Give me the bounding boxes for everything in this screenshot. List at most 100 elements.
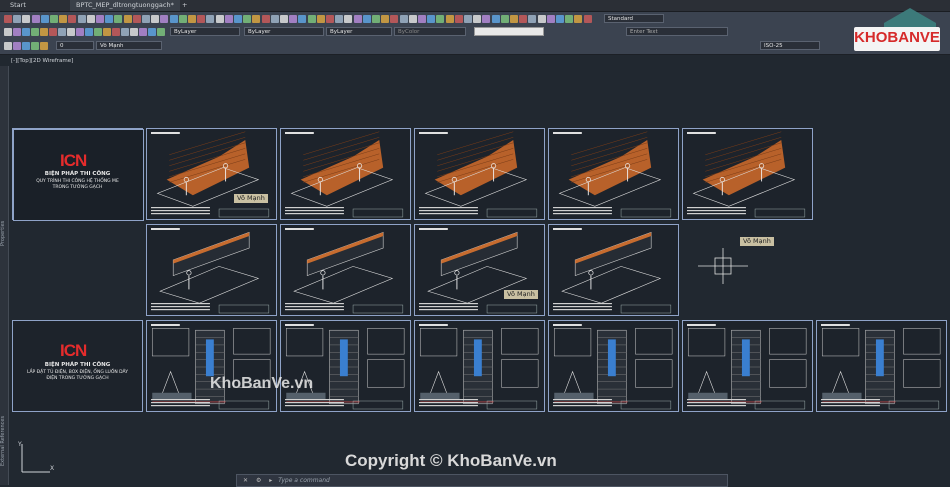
toolbar-tool-icon[interactable]	[224, 15, 233, 23]
toolbar-tool-icon[interactable]	[418, 15, 426, 23]
toolbar-tool-icon[interactable]	[40, 28, 48, 36]
toolbar-tool-icon[interactable]	[390, 15, 399, 23]
color-select[interactable]: ByColor	[394, 27, 466, 36]
toolbar-tool-icon[interactable]	[298, 15, 307, 23]
toolbar-tool-icon[interactable]	[215, 15, 224, 23]
toolbar-tool-icon[interactable]	[316, 15, 325, 23]
toolbar-tool-icon[interactable]	[22, 28, 30, 36]
dim-style-select[interactable]: ISO-25	[760, 41, 820, 50]
toolbar-tool-icon[interactable]	[105, 15, 114, 23]
toolbar-tool-icon[interactable]	[436, 15, 445, 23]
toolbar-tool-icon[interactable]	[372, 15, 380, 23]
toolbar-tool-icon[interactable]	[112, 28, 120, 36]
toolbar-tool-icon[interactable]	[482, 15, 491, 23]
toolbar-tool-icon[interactable]	[454, 15, 463, 23]
toolbar-tool-icon[interactable]	[546, 15, 555, 23]
linetype-select-1[interactable]: ByLayer	[170, 27, 240, 36]
toolbar-tool-icon[interactable]	[491, 15, 500, 23]
toolbar-tool-icon[interactable]	[139, 28, 147, 36]
toolbar-tool-icon[interactable]	[49, 28, 57, 36]
lineweight-select[interactable]: ByLayer	[326, 27, 392, 36]
toolbar-tool-icon[interactable]	[408, 15, 417, 23]
toolbar-tool-icon[interactable]	[243, 15, 252, 23]
toolbar-tool-icon[interactable]	[565, 15, 574, 23]
toolbar-tool-icon[interactable]	[121, 28, 129, 36]
toolbar-tool-icon[interactable]	[261, 15, 270, 23]
blank-field[interactable]	[474, 27, 544, 36]
toolbar-tool-icon[interactable]	[130, 28, 138, 36]
toolbar-tool-icon[interactable]	[123, 15, 132, 23]
toolbar-tool-icon[interactable]	[96, 15, 104, 23]
toolbar-tool-icon[interactable]	[270, 15, 279, 23]
toolbar-tool-icon[interactable]	[188, 15, 196, 23]
viewport-label[interactable]: [-][Top][2D Wireframe]	[11, 58, 73, 64]
toolbar-tool-icon[interactable]	[206, 15, 215, 23]
toolbar-tool-icon[interactable]	[22, 42, 30, 50]
toolbar-tool-icon[interactable]	[94, 28, 102, 36]
toolbar-tool-icon[interactable]	[59, 15, 68, 23]
linetype-select-2[interactable]: ByLayer	[244, 27, 324, 36]
text-style-select[interactable]: Standard	[604, 14, 664, 23]
close-icon[interactable]: ✕	[243, 477, 248, 484]
toolbar-tool-icon[interactable]	[22, 15, 31, 23]
toolbar-tool-icon[interactable]	[58, 28, 66, 36]
toolbar-tool-icon[interactable]	[335, 15, 344, 23]
toolbar-tool-icon[interactable]	[132, 15, 141, 23]
toolbar-tool-icon[interactable]	[67, 28, 75, 36]
properties-palette-label[interactable]: Properties	[0, 221, 6, 246]
toolbar-tool-icon[interactable]	[583, 15, 592, 23]
toolbar-tool-icon[interactable]	[362, 15, 371, 23]
toolbar-tool-icon[interactable]	[528, 15, 537, 23]
toolbar-tool-icon[interactable]	[148, 28, 156, 36]
toolbar-tool-icon[interactable]	[4, 15, 12, 23]
toolbar-tool-icon[interactable]	[445, 15, 454, 23]
layer-name-select[interactable]: Võ Mạnh	[96, 41, 162, 50]
tab-start[interactable]: Start	[4, 0, 32, 11]
toolbar-tool-icon[interactable]	[473, 15, 482, 23]
toolbar-tool-icon[interactable]	[353, 15, 362, 23]
toolbar-tool-icon[interactable]	[510, 15, 518, 23]
toolbar-tool-icon[interactable]	[307, 15, 316, 23]
toolbar-tool-icon[interactable]	[160, 15, 169, 23]
toolbar-tool-icon[interactable]	[13, 15, 22, 23]
toolbar-tool-icon[interactable]	[31, 15, 40, 23]
toolbar-tool-icon[interactable]	[68, 15, 77, 23]
xref-palette-label[interactable]: External References	[0, 416, 6, 466]
toolbar-tool-icon[interactable]	[252, 15, 261, 23]
toolbar-tool-icon[interactable]	[399, 15, 408, 23]
toolbar-tool-icon[interactable]	[234, 15, 242, 23]
toolbar-tool-icon[interactable]	[381, 15, 390, 23]
toolbar-tool-icon[interactable]	[427, 15, 436, 23]
toolbar-tool-icon[interactable]	[4, 42, 12, 50]
search-input[interactable]: Enter Text	[626, 27, 728, 36]
toolbar-tool-icon[interactable]	[76, 28, 84, 36]
toolbar-tool-icon[interactable]	[289, 15, 298, 23]
settings-icon[interactable]: ⚙	[256, 477, 261, 484]
toolbar-tool-icon[interactable]	[103, 28, 111, 36]
toolbar-tool-icon[interactable]	[142, 15, 150, 23]
toolbar-tool-icon[interactable]	[40, 42, 48, 50]
toolbar-tool-icon[interactable]	[114, 15, 123, 23]
command-line[interactable]: ✕ ⚙ ▸ Type a command	[236, 474, 728, 487]
layer-value-select[interactable]: 0	[56, 41, 94, 50]
toolbar-tool-icon[interactable]	[13, 42, 21, 50]
new-tab-button[interactable]: +	[176, 0, 193, 11]
toolbar-tool-icon[interactable]	[464, 15, 472, 23]
tab-drawing[interactable]: BPTC_MEP_dltrongtuonggach*	[70, 0, 180, 11]
toolbar-tool-icon[interactable]	[556, 15, 564, 23]
toolbar-tool-icon[interactable]	[77, 15, 86, 23]
toolbar-tool-icon[interactable]	[157, 28, 165, 36]
toolbar-tool-icon[interactable]	[574, 15, 583, 23]
toolbar-tool-icon[interactable]	[50, 15, 58, 23]
toolbar-tool-icon[interactable]	[13, 28, 21, 36]
toolbar-tool-icon[interactable]	[519, 15, 528, 23]
toolbar-tool-icon[interactable]	[178, 15, 187, 23]
toolbar-tool-icon[interactable]	[31, 42, 39, 50]
toolbar-tool-icon[interactable]	[85, 28, 93, 36]
toolbar-tool-icon[interactable]	[31, 28, 39, 36]
toolbar-tool-icon[interactable]	[86, 15, 95, 23]
toolbar-tool-icon[interactable]	[151, 15, 160, 23]
command-input[interactable]: Type a command	[278, 477, 330, 484]
toolbar-tool-icon[interactable]	[197, 15, 206, 23]
toolbar-tool-icon[interactable]	[4, 28, 12, 36]
